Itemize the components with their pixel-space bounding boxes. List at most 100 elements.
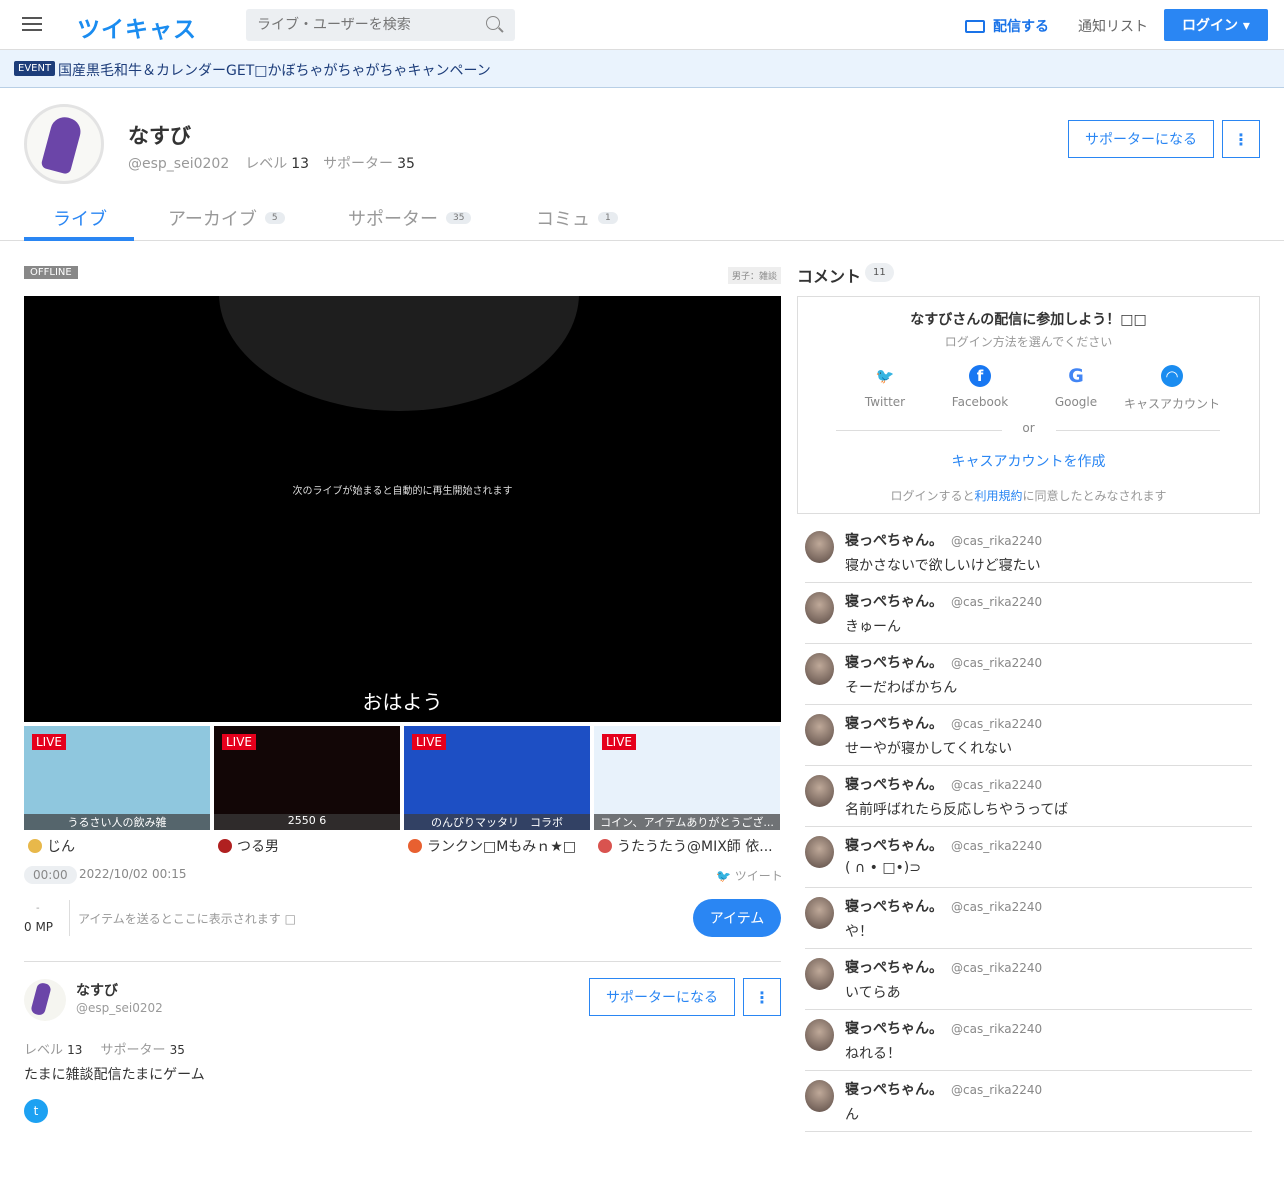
thumbnail-user-name: うたうたう@MIX師 依... — [617, 839, 773, 855]
comment-item: 寝っぺちゃん。 @cas_rika2240 いてらあ — [805, 949, 1252, 1010]
tweet-label: ツイート — [734, 869, 783, 883]
thumbnail-user-name: じん — [47, 839, 75, 855]
commenter-id: @cas_rika2240 — [951, 534, 1043, 548]
commenter-id: @cas_rika2240 — [951, 1022, 1043, 1036]
more-button[interactable]: ⋮ — [1222, 120, 1260, 158]
tab-archive[interactable]: アーカイブ 5 — [168, 205, 285, 231]
thumbnail-user[interactable]: うたうたう@MIX師 依... — [598, 836, 784, 856]
comment-text: ん — [845, 1107, 859, 1123]
commenter-avatar[interactable] — [805, 897, 834, 929]
create-account-link[interactable]: キャスアカウントを作成 — [798, 451, 1259, 471]
comment-item: 寝っぺちゃん。 @cas_rika2240 ( ∩ • □•)⊃ — [805, 827, 1252, 888]
video-player[interactable]: 次のライブが始まると自動的に再生開始されます おはよう — [24, 296, 781, 722]
commenter-name[interactable]: 寝っぺちゃん。 — [845, 899, 943, 915]
level-label: レベル — [24, 1043, 64, 1058]
event-badge: EVENT — [14, 61, 56, 76]
tab-count: 35 — [446, 212, 472, 224]
commenter-id: @cas_rika2240 — [951, 717, 1043, 731]
event-link[interactable]: 国産黒毛和牛＆カレンダーGET□かぼちゃがちゃがちゃキャンペーン — [58, 60, 491, 80]
login-twitter[interactable]: 🐦 Twitter — [837, 365, 933, 409]
commenter-id: @cas_rika2240 — [951, 656, 1043, 670]
thumbnail-user[interactable]: ランクン□Mもみｎ★□ — [408, 836, 594, 856]
supporter-label: サポーター — [323, 156, 394, 172]
commenter-avatar[interactable] — [805, 1019, 834, 1051]
live-thumbnail[interactable]: LIVE 2550 6 — [214, 726, 400, 830]
commenter-id: @cas_rika2240 — [951, 778, 1043, 792]
commenter-avatar[interactable] — [805, 653, 834, 685]
comment-text: ねれる！ — [845, 1046, 901, 1062]
user-name: なすび — [128, 124, 191, 148]
user-id: @esp_sei0202 — [128, 156, 230, 172]
live-thumbnail[interactable]: LIVE のんびりマッタリ コラボ — [404, 726, 590, 830]
commenter-name[interactable]: 寝っぺちゃん。 — [845, 1082, 943, 1098]
become-supporter-button[interactable]: サポーターになる — [1068, 120, 1214, 158]
commenter-id: @cas_rika2240 — [951, 595, 1043, 609]
comment-text: いてらあ — [845, 985, 901, 1001]
login-google[interactable]: G Google — [1028, 365, 1124, 409]
header: ツイキャス 配信する 通知リスト ログイン ▾ — [0, 0, 1284, 50]
commenter-name[interactable]: 寝っぺちゃん。 — [845, 960, 943, 976]
login-box: なすびさんの配信に参加しよう！□□ ログイン方法を選んでください 🐦 Twitte… — [797, 296, 1260, 514]
commenter-id: @cas_rika2240 — [951, 1083, 1043, 1097]
commenter-id: @cas_rika2240 — [951, 839, 1043, 853]
item-button[interactable]: アイテム — [693, 899, 781, 937]
avatar-small[interactable] — [24, 979, 66, 1021]
tab-community[interactable]: コミュ 1 — [536, 205, 618, 231]
thumbnail-user[interactable]: つる男 — [218, 836, 404, 856]
terms-pre: ログインすると — [890, 489, 975, 503]
search-icon[interactable] — [486, 16, 500, 30]
menu-icon[interactable] — [22, 17, 42, 31]
more-button-2[interactable]: ⋮ — [743, 978, 781, 1016]
thumbnail-user-name: つる男 — [237, 839, 279, 855]
commenter-name[interactable]: 寝っぺちゃん。 — [845, 1021, 943, 1037]
tab-count: 5 — [264, 212, 285, 224]
commenter-avatar[interactable] — [805, 531, 834, 563]
provider-label: キャスアカウント — [1123, 397, 1220, 411]
live-thumbnail[interactable]: LIVE コイン、アイテムありがとうござ... — [594, 726, 780, 830]
commenter-name[interactable]: 寝っぺちゃん。 — [845, 655, 943, 671]
comment-item: 寝っぺちゃん。 @cas_rika2240 そーだわばかちん — [805, 644, 1252, 705]
broadcast-button[interactable]: 配信する — [965, 16, 1049, 36]
commenter-avatar[interactable] — [805, 775, 834, 807]
commenter-name[interactable]: 寝っぺちゃん。 — [845, 716, 943, 732]
user-meta: @esp_sei0202 レベル 13 サポーター 35 — [128, 153, 429, 173]
commenter-avatar[interactable] — [805, 836, 834, 868]
camera-icon — [965, 19, 985, 33]
cas-icon: ◠ — [1161, 365, 1183, 387]
comment-count: 11 — [865, 263, 894, 282]
tweet-link[interactable]: 🐦 ツイート — [716, 867, 783, 884]
login-button[interactable]: ログイン ▾ — [1164, 9, 1268, 41]
commenter-name[interactable]: 寝っぺちゃん。 — [845, 838, 943, 854]
provider-label: Google — [1054, 395, 1098, 409]
user-avatar-icon — [218, 839, 232, 853]
tab-live[interactable]: ライブ — [53, 205, 107, 231]
commenter-avatar[interactable] — [805, 592, 834, 624]
commenter-avatar[interactable] — [805, 1080, 834, 1112]
commenter-name[interactable]: 寝っぺちゃん。 — [845, 777, 943, 793]
thumbnail-user[interactable]: じん — [28, 836, 214, 856]
comment-item: 寝っぺちゃん。 @cas_rika2240 ん — [805, 1071, 1252, 1132]
become-supporter-button-2[interactable]: サポーターになる — [589, 978, 735, 1016]
live-title: おはよう — [362, 690, 443, 714]
live-thumbnail[interactable]: LIVE うるさい人の飲み雑 — [24, 726, 210, 830]
commenter-avatar[interactable] — [805, 714, 834, 746]
commenter-name[interactable]: 寝っぺちゃん。 — [845, 594, 943, 610]
divider — [24, 961, 781, 962]
tab-label: サポーター — [348, 209, 438, 230]
tab-supporters[interactable]: サポーター 35 — [348, 205, 472, 231]
notify-list-link[interactable]: 通知リスト — [1078, 16, 1148, 36]
commenter-avatar[interactable] — [805, 958, 834, 990]
commenter-name[interactable]: 寝っぺちゃん。 — [845, 533, 943, 549]
mp-value: 0 MP — [24, 920, 54, 934]
terms-link[interactable]: 利用規約 — [974, 489, 1022, 503]
search-input[interactable] — [246, 9, 515, 41]
user-stats: レベル 13 サポーター 35 — [24, 1039, 185, 1058]
user-name: なすび — [76, 983, 118, 999]
logo[interactable]: ツイキャス — [77, 10, 197, 44]
login-facebook[interactable]: f Facebook — [932, 365, 1028, 409]
login-cas[interactable]: ◠ キャスアカウント — [1116, 365, 1228, 412]
item-message: アイテムを送るとここに表示されます □ — [78, 912, 296, 926]
avatar[interactable] — [24, 104, 104, 184]
live-badge: LIVE — [602, 734, 637, 750]
twitter-profile-icon[interactable]: t — [24, 1099, 48, 1123]
